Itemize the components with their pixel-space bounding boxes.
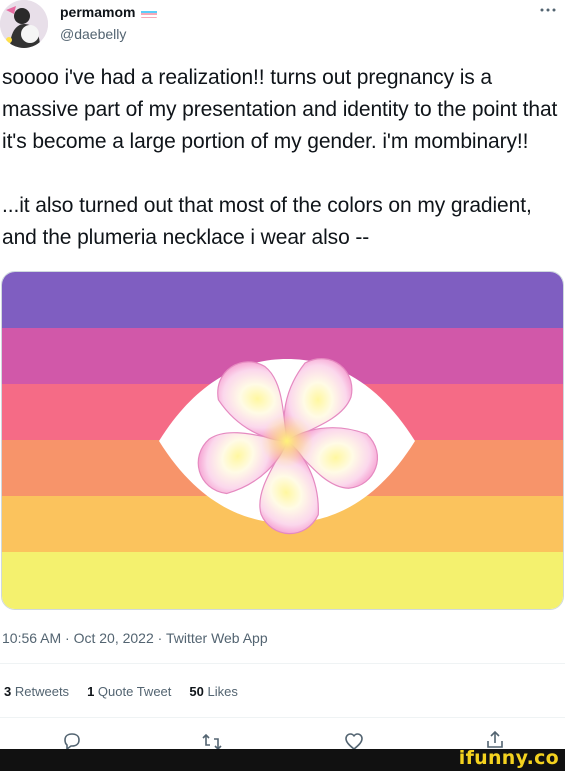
quotes-count: 1 (87, 684, 95, 699)
tweet-image[interactable] (1, 271, 564, 610)
avatar-icon (0, 0, 48, 48)
more-options-icon[interactable] (539, 5, 557, 15)
retweets-label: Retweets (14, 684, 70, 699)
tweet-timestamp[interactable]: 10:56 AM · Oct 20, 2022 · Twitter Web Ap… (2, 629, 268, 647)
watermark-bar: ifunny.co (0, 747, 565, 771)
divider (0, 663, 565, 664)
tweet-text: soooo i've had a realization!! turns out… (2, 62, 562, 254)
likes-label: Likes (207, 684, 238, 699)
display-name-text: permamom (60, 4, 136, 20)
divider (0, 717, 565, 718)
tweet-stats: 3 Retweets 1 Quote Tweet 50 Likes (4, 684, 238, 700)
tweet-paragraph: soooo i've had a realization!! turns out… (2, 66, 558, 153)
tweet-paragraph: ...it also turned out that most of the c… (2, 194, 532, 249)
quotes-label: Quote Tweet (97, 684, 172, 699)
retweets-count: 3 (4, 684, 12, 699)
user-handle[interactable]: @daebelly (60, 26, 126, 43)
likes-stat[interactable]: 50 Likes (189, 684, 237, 700)
display-name[interactable]: permamom (60, 4, 158, 21)
mombinary-flag-image (2, 272, 563, 609)
likes-count: 50 (189, 684, 204, 699)
ifunny-watermark: ifunny.co (458, 747, 559, 769)
retweets-stat[interactable]: 3 Retweets (4, 684, 69, 700)
avatar[interactable] (0, 0, 48, 48)
quotes-stat[interactable]: 1 Quote Tweet (87, 684, 171, 700)
trans-flag-icon (141, 8, 158, 18)
